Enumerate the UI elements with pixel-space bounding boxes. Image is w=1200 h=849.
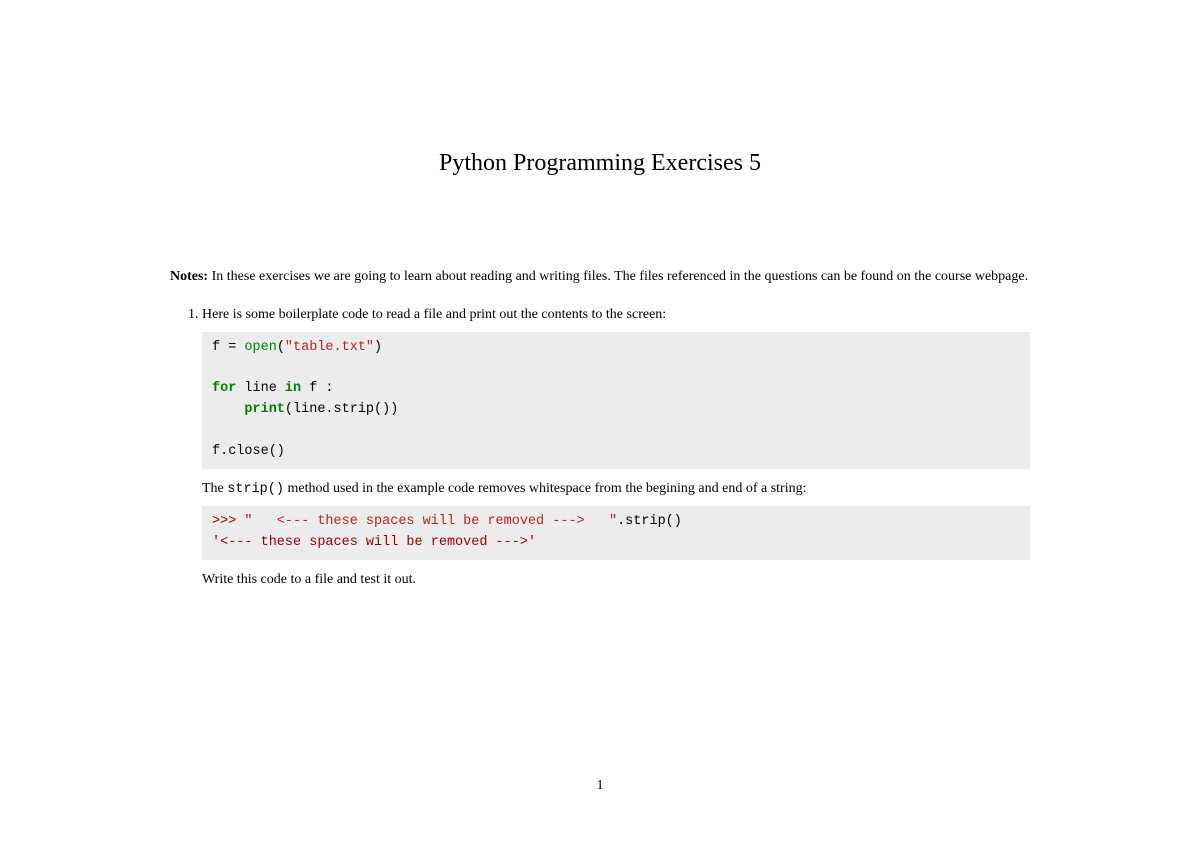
exercise1-midtext: The strip() method used in the example c…: [202, 479, 1030, 500]
code-token: ": [609, 514, 617, 529]
code-token: ": [244, 514, 276, 529]
code-block-2: >>> " <--- these spaces will be removed …: [202, 506, 1030, 560]
exercise1-intro: Here is some boilerplate code to read a …: [202, 305, 1030, 325]
code-token: in: [285, 381, 301, 396]
code-token: for: [212, 381, 236, 396]
notes-text: In these exercises we are going to learn…: [208, 269, 1028, 284]
inline-code-strip: strip(): [227, 482, 284, 497]
page-number: 1: [0, 778, 1200, 794]
notes-label: Notes:: [170, 269, 208, 284]
code-token: f.close(): [212, 444, 285, 459]
midtext-pre: The: [202, 481, 227, 496]
exercise-item-1: Here is some boilerplate code to read a …: [202, 305, 1030, 590]
code-block-1: f = open("table.txt") for line in f : pr…: [202, 332, 1030, 470]
code-token: open: [244, 340, 276, 355]
code-token: (line.strip()): [285, 402, 398, 417]
code-token: <--- these spaces will be removed --->: [277, 514, 609, 529]
code-token: line: [236, 381, 285, 396]
notes-paragraph: Notes: In these exercises we are going t…: [170, 267, 1030, 287]
exercise1-closing: Write this code to a file and test it ou…: [202, 570, 1030, 590]
code-token: [212, 402, 244, 417]
midtext-post: method used in the example code removes …: [284, 481, 807, 496]
code-token: '<--- these spaces will be removed --->': [212, 535, 536, 550]
code-token: "table.txt": [285, 340, 374, 355]
code-token: print: [244, 402, 285, 417]
code-token: f :: [301, 381, 333, 396]
exercise-list: Here is some boilerplate code to read a …: [170, 305, 1030, 590]
page-title: Python Programming Exercises 5: [170, 150, 1030, 177]
code-token: >>>: [212, 514, 244, 529]
document-page: Python Programming Exercises 5 Notes: In…: [0, 0, 1200, 849]
code-token: .strip(): [617, 514, 682, 529]
code-token: ): [374, 340, 382, 355]
code-token: f: [212, 340, 228, 355]
code-token: =: [228, 340, 244, 355]
code-token: (: [277, 340, 285, 355]
